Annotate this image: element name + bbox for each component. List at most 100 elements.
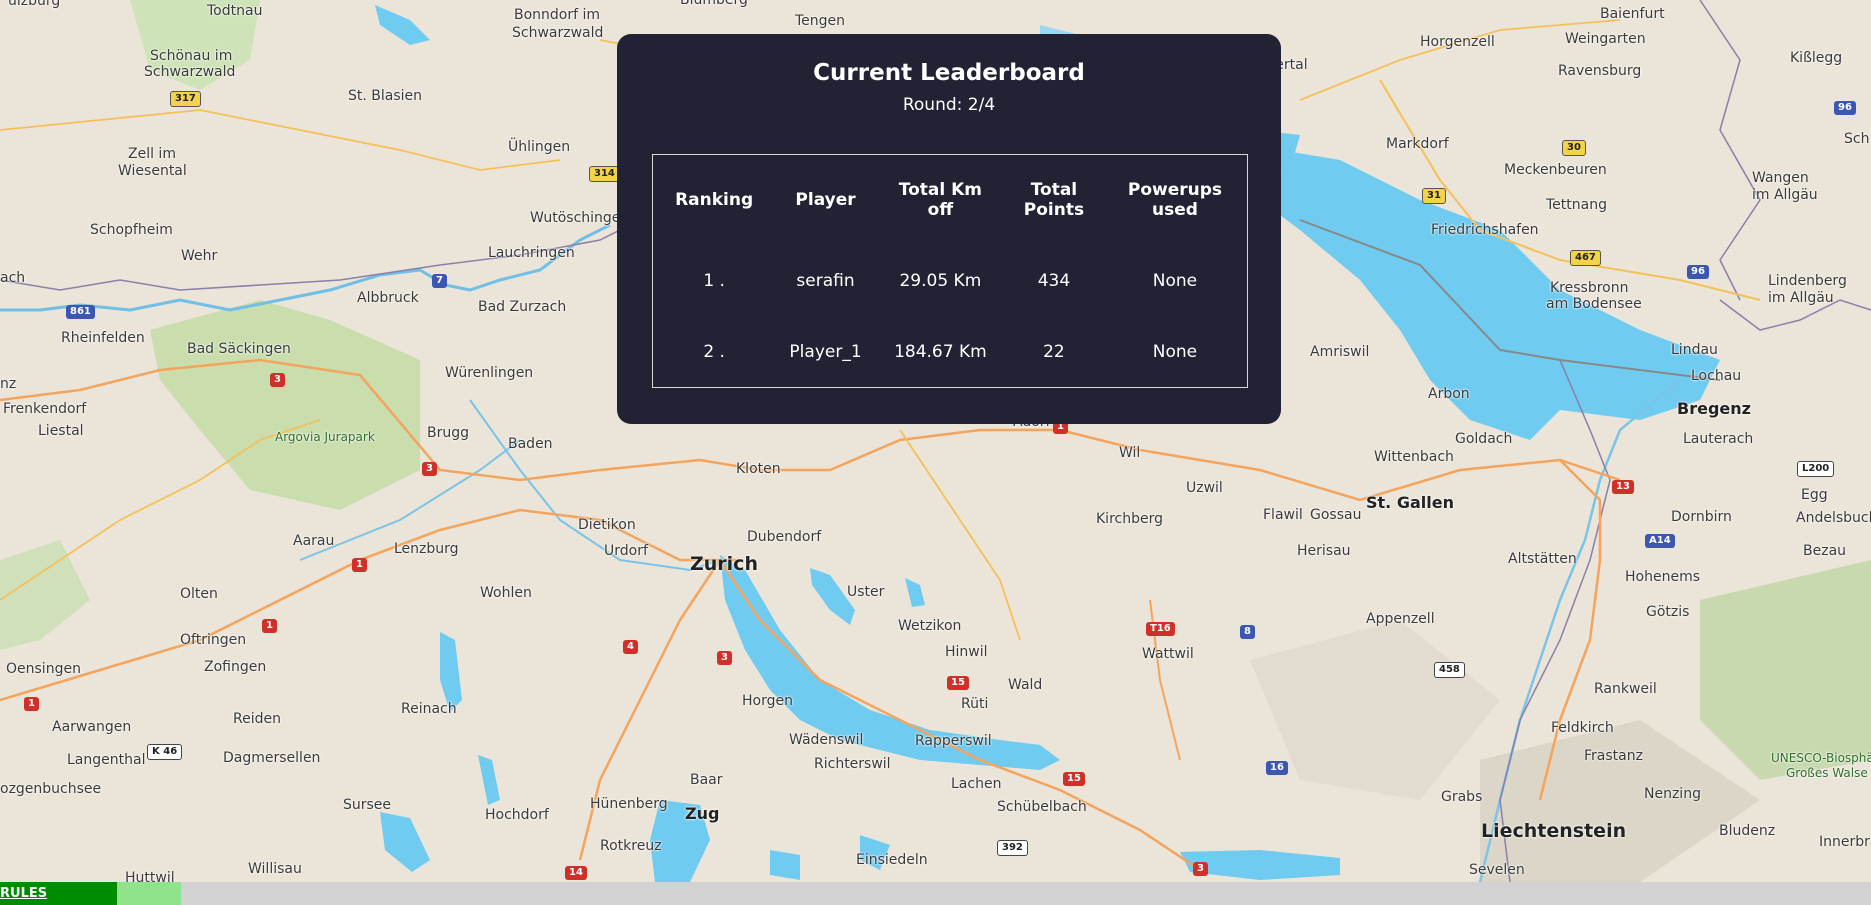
column-header-km-off: Total Km off (898, 180, 982, 220)
place-label: Rotkreuz (600, 838, 662, 854)
cell-player: Player_1 (789, 341, 862, 362)
place-label: Uzwil (1186, 480, 1223, 496)
leaderboard-table: Ranking Player Total Km off Total Points P… (652, 154, 1248, 388)
rules-button[interactable]: RULES (0, 882, 117, 905)
place-label: Brugg (427, 425, 470, 441)
place-label: Bludenz (1719, 823, 1776, 839)
road-number: 861 (66, 305, 95, 319)
place-label: Bad Zurzach (478, 299, 567, 315)
place-label: Reinach (401, 701, 457, 717)
table-row: 2 . Player_1 184.67 Km 22 None (653, 316, 1248, 388)
road-number: 3 (1193, 862, 1208, 876)
table-row: 1 . serafin 29.05 Km 434 None (653, 245, 1248, 316)
place-label: Markdorf (1386, 136, 1449, 152)
road-number: 13 (1612, 480, 1634, 494)
place-label: Albbruck (357, 290, 419, 306)
place-label: Bonndorf im (514, 7, 601, 23)
place-label: Bad Säckingen (187, 341, 291, 357)
place-label: Baden (508, 436, 553, 452)
table-header-row: Ranking Player Total Km off Total Points P… (653, 155, 1248, 246)
park-label: Großes Walse (1786, 766, 1868, 780)
place-label: Todtnau (207, 3, 263, 19)
place-label: Wädenswil (789, 732, 864, 748)
road-number: 15 (947, 676, 969, 690)
place-label: im Allgäu (1752, 187, 1818, 203)
place-label: Weingarten (1565, 31, 1646, 47)
road-number: 31 (1422, 188, 1446, 204)
place-label: Friedrichshafen (1431, 222, 1539, 238)
cell-ranking: 1 . (703, 270, 725, 291)
place-label: Meckenbeuren (1504, 162, 1607, 178)
city-label: Zurich (690, 553, 758, 575)
place-label: Huttwil (125, 870, 175, 882)
place-label: ozgenbuchsee (0, 781, 102, 797)
road-number: 3 (422, 462, 437, 476)
place-label: Wohlen (480, 585, 532, 601)
place-label: Ühlingen (508, 139, 571, 155)
place-label: Olten (180, 586, 218, 602)
place-label: Horgen (742, 693, 793, 709)
place-label: Rüti (961, 696, 989, 712)
place-label: Dietikon (578, 517, 636, 533)
place-label: Horgenzell (1420, 34, 1495, 50)
place-label: Zell im (128, 146, 176, 162)
place-label: Lachen (951, 776, 1002, 792)
road-number: 16 (1266, 761, 1288, 775)
place-label: ulzburg (8, 0, 61, 9)
place-label: Wittenbach (1374, 449, 1454, 465)
place-label: Baar (690, 772, 723, 788)
column-header-ranking: Ranking (675, 190, 754, 210)
place-label: Sevelen (1469, 862, 1525, 878)
road-number: 30 (1562, 140, 1586, 156)
place-label: Bezau (1803, 543, 1847, 559)
road-number: 14 (565, 866, 587, 880)
place-label: Hünenberg (590, 796, 668, 812)
cell-player: serafin (796, 270, 855, 291)
cell-powerups: None (1152, 270, 1198, 291)
park-label: UNESCO-Biosphä (1771, 751, 1871, 765)
place-label: Sursee (343, 797, 392, 813)
place-label: Goldach (1455, 431, 1513, 447)
place-label: Ravensburg (1558, 63, 1642, 79)
round-indicator: Round: 2/4 (902, 95, 996, 115)
place-label: Aarau (293, 533, 335, 549)
place-label: Hinwil (945, 644, 988, 660)
place-label: Würenlingen (445, 365, 534, 381)
place-label: Kirchberg (1096, 511, 1163, 527)
place-label: Hohenems (1625, 569, 1700, 585)
place-label: Egg (1801, 487, 1828, 503)
park-label: Argovia Jurapark (275, 430, 375, 444)
place-label: Dagmersellen (223, 750, 321, 766)
place-label: Lauchringen (488, 245, 575, 261)
place-label: Liestal (38, 423, 84, 439)
place-label: Richterswil (814, 756, 891, 772)
place-label: am Bodensee (1546, 296, 1642, 312)
cell-points: 434 (1037, 270, 1071, 291)
place-label: Appenzell (1366, 611, 1435, 627)
place-label: Urdorf (604, 543, 648, 559)
place-label: Götzis (1646, 604, 1690, 620)
place-label: Schopfheim (90, 222, 173, 238)
road-number: T16 (1146, 622, 1175, 636)
bottom-bar: RULES (0, 882, 1871, 905)
place-label: Wattwil (1142, 646, 1194, 662)
place-label: Schübelbach (997, 799, 1087, 815)
place-label: Wangen (1752, 170, 1809, 186)
place-label: Andelsbuch (1796, 510, 1871, 526)
leaderboard-panel: Current Leaderboard Round: 2/4 Ranking P… (617, 34, 1281, 424)
road-number: 96 (1834, 101, 1856, 115)
place-label: Hochdorf (485, 807, 549, 823)
road-number: 317 (170, 91, 201, 107)
road-number: 8 (1240, 625, 1255, 639)
place-label: Flawil (1263, 507, 1303, 523)
place-label: Wutöschingen (530, 210, 630, 226)
place-label: Oensingen (6, 661, 81, 677)
place-label: nz (0, 376, 17, 392)
place-label: Lindenberg (1768, 273, 1847, 289)
place-label: Herisau (1297, 543, 1351, 559)
place-label: Wil (1119, 445, 1141, 461)
place-label: Schwarzwald (512, 25, 604, 41)
country-label: Liechtenstein (1481, 820, 1627, 842)
place-label: Feldkirch (1551, 720, 1614, 736)
road-number: 7 (432, 274, 447, 288)
